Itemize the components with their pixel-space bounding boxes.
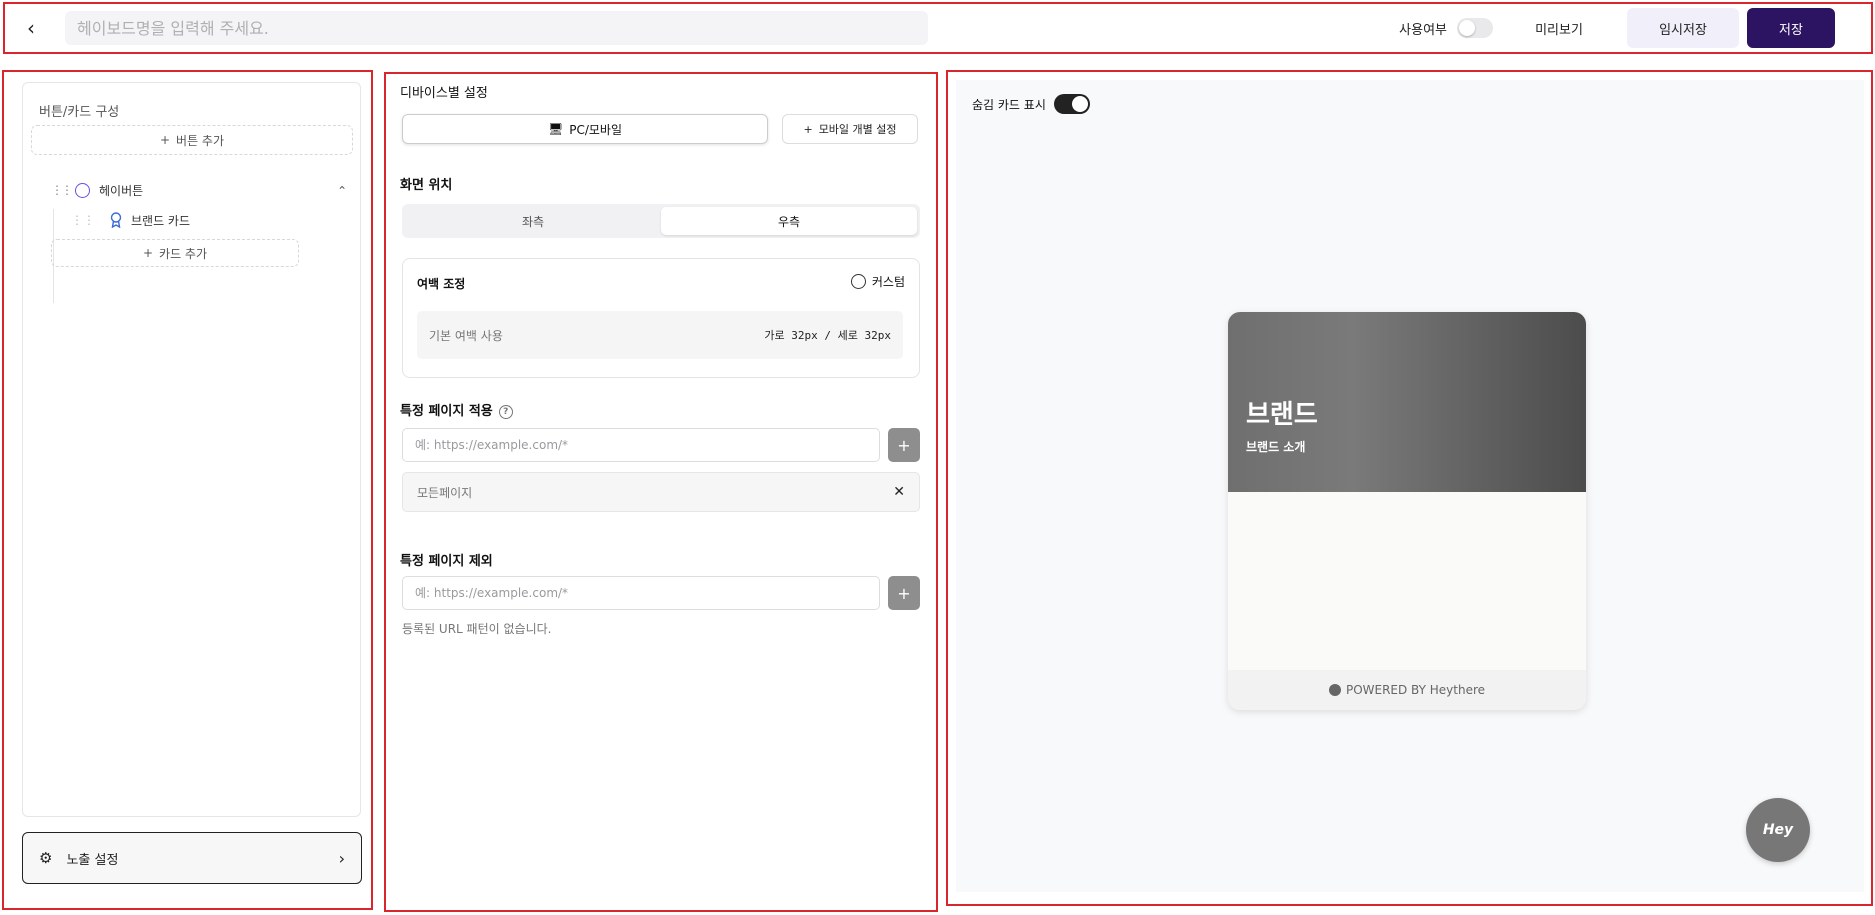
board-name-input[interactable] xyxy=(65,11,928,45)
chevron-right-icon: › xyxy=(338,848,345,868)
tree-item-label: 브랜드 카드 xyxy=(131,213,191,228)
hidden-card-label: 숨김 카드 표시 xyxy=(972,97,1046,112)
position-title: 화면 위치 xyxy=(400,178,453,193)
brand-card-preview: 브랜드 브랜드 소개 POWERED BY Heythere xyxy=(1228,312,1586,710)
position-left-option[interactable]: 좌측 xyxy=(405,207,661,235)
position-right-option[interactable]: 우측 xyxy=(661,207,917,235)
device-pc-button[interactable]: 🖥 PC/모바일 xyxy=(402,114,768,144)
toggle-knob xyxy=(1071,96,1088,112)
composition-panel: 버튼/카드 구성 + 버튼 추가 ⋮⋮ 헤이버튼 ⌄ ⋮⋮ 브랜드 카드 + 카드 … xyxy=(2,70,373,910)
use-label: 사용여부 xyxy=(1399,22,1447,38)
exclude-title: 특정 페이지 제외 xyxy=(400,554,493,569)
margin-title: 여백 조정 xyxy=(417,277,466,291)
add-button-button[interactable]: + 버튼 추가 xyxy=(31,125,353,155)
monitor-icon: 🖥 xyxy=(547,122,564,136)
settings-panel: 디바이스별 설정 🖥 PC/모바일 + 모바일 개별 설정 화면 위치 좌측 우… xyxy=(384,72,938,912)
help-icon[interactable]: ? xyxy=(498,404,513,419)
add-card-button[interactable]: + 카드 추가 xyxy=(51,239,299,267)
add-include-button[interactable]: + xyxy=(888,428,920,462)
plus-icon: + xyxy=(142,246,154,260)
default-margin-label: 기본 여백 사용 xyxy=(429,328,503,343)
preview-panel: 숨김 카드 표시 브랜드 브랜드 소개 POWERED BY Heythere … xyxy=(946,70,1873,906)
tree-item-hey-button[interactable]: ⋮⋮ 헤이버튼 ⌄ xyxy=(51,179,347,201)
device-mobile-button[interactable]: + 모바일 개별 설정 xyxy=(782,114,918,144)
plus-icon: + xyxy=(159,133,171,147)
save-button[interactable]: 저장 xyxy=(1747,8,1835,48)
add-exclude-button[interactable]: + xyxy=(888,576,920,610)
composition-title: 버튼/카드 구성 xyxy=(39,105,120,120)
exclude-empty-message: 등록된 URL 패턴이 없습니다. xyxy=(402,622,552,636)
device-row: 🖥 PC/모바일 + 모바일 개별 설정 xyxy=(402,114,920,144)
device-pc-label: PC/모바일 xyxy=(569,122,622,137)
tree-item-brand-card[interactable]: ⋮⋮ 브랜드 카드 xyxy=(71,209,341,231)
powered-by-footer: POWERED BY Heythere xyxy=(1228,670,1586,710)
expose-settings-button[interactable]: ⚙ 노출 설정 › xyxy=(22,832,362,884)
default-margin-row: 기본 여백 사용 가로 32px / 세로 32px xyxy=(417,311,903,359)
custom-label: 커스텀 xyxy=(871,275,905,289)
top-header: ‹ 사용여부 미리보기 임시저장 저장 xyxy=(3,2,1873,54)
heythere-logo-icon xyxy=(1328,684,1341,696)
circle-icon xyxy=(75,182,90,198)
header-actions: 사용여부 미리보기 임시저장 저장 xyxy=(1399,8,1835,48)
margin-box: 여백 조정 커스텀 기본 여백 사용 가로 32px / 세로 32px xyxy=(402,258,920,378)
add-card-label: 카드 추가 xyxy=(159,246,208,261)
gear-icon: ⚙ xyxy=(39,849,53,867)
close-icon[interactable]: ✕ xyxy=(893,484,905,500)
preview-canvas: 숨김 카드 표시 브랜드 브랜드 소개 POWERED BY Heythere … xyxy=(956,80,1864,892)
toggle-knob xyxy=(1459,20,1475,36)
back-chevron-icon[interactable]: ‹ xyxy=(9,6,53,50)
hidden-card-toggle[interactable] xyxy=(1053,94,1090,114)
add-button-label: 버튼 추가 xyxy=(176,133,225,148)
include-item: 모든페이지 ✕ xyxy=(402,472,920,512)
chevron-up-icon[interactable]: ⌄ xyxy=(337,183,347,197)
plus-icon: + xyxy=(803,122,813,136)
include-title-label: 특정 페이지 적용 xyxy=(400,404,493,419)
include-title: 특정 페이지 적용? xyxy=(400,400,513,419)
position-segment: 좌측 우측 xyxy=(402,204,920,238)
expose-settings-label: 노출 설정 xyxy=(66,852,119,868)
include-item-label: 모든페이지 xyxy=(417,485,473,500)
use-toggle[interactable] xyxy=(1457,18,1493,38)
powered-by-label: POWERED BY Heythere xyxy=(1345,683,1486,697)
device-mobile-label: 모바일 개별 설정 xyxy=(818,123,897,136)
tree-item-label: 헤이버튼 xyxy=(99,183,144,198)
tree-container: 버튼/카드 구성 + 버튼 추가 ⋮⋮ 헤이버튼 ⌄ ⋮⋮ 브랜드 카드 + 카드 … xyxy=(22,82,361,817)
card-title: 브랜드 xyxy=(1246,400,1318,430)
exclude-url-input[interactable] xyxy=(402,576,880,610)
hidden-card-row: 숨김 카드 표시 xyxy=(972,94,1090,114)
hey-floating-button[interactable]: Hey xyxy=(1746,798,1810,862)
custom-checkbox[interactable]: 커스텀 xyxy=(850,273,905,290)
draft-save-button[interactable]: 임시저장 xyxy=(1627,8,1739,48)
checkbox-icon[interactable] xyxy=(850,274,866,289)
drag-handle-icon[interactable]: ⋮⋮ xyxy=(51,183,73,197)
card-subtitle: 브랜드 소개 xyxy=(1246,440,1306,454)
card-header: 브랜드 브랜드 소개 xyxy=(1228,312,1586,492)
drag-handle-icon[interactable]: ⋮⋮ xyxy=(71,213,95,227)
award-icon xyxy=(110,212,122,228)
margin-value: 가로 32px / 세로 32px xyxy=(764,329,891,342)
preview-button[interactable]: 미리보기 xyxy=(1513,8,1605,48)
device-title: 디바이스별 설정 xyxy=(400,86,488,101)
include-url-input[interactable] xyxy=(402,428,880,462)
